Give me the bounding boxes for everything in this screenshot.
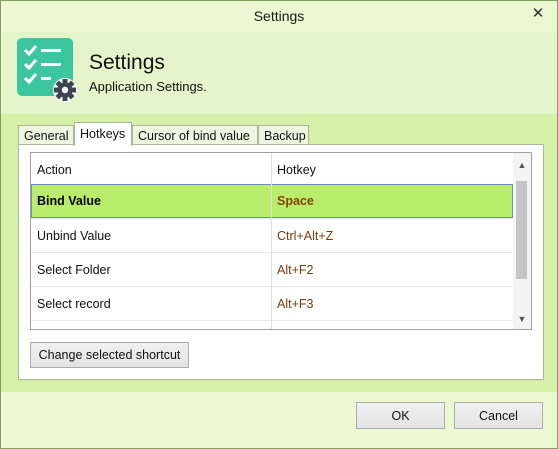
- change-shortcut-button[interactable]: Change selected shortcut: [30, 342, 189, 368]
- hotkey-cell: Alt+F2: [277, 263, 314, 277]
- hotkey-cell: Alt+F3: [277, 297, 314, 311]
- settings-header: Settings Application Settings.: [1, 32, 557, 114]
- header-title: Settings: [89, 51, 165, 74]
- action-cell: Bind Value: [37, 194, 101, 208]
- dialog-footer: OK Cancel: [1, 392, 557, 448]
- scroll-up-icon[interactable]: ▲: [513, 157, 531, 173]
- table-row: [31, 320, 513, 329]
- scroll-down-icon[interactable]: ▼: [513, 311, 531, 327]
- scrollbar-thumb[interactable]: [516, 181, 527, 279]
- action-cell: Unbind Value: [37, 229, 112, 243]
- column-header-action[interactable]: Action: [37, 163, 72, 177]
- action-cell: Select Folder: [37, 263, 111, 277]
- table-row[interactable]: Select Folder Alt+F2: [31, 252, 513, 286]
- table-row[interactable]: Bind Value Space: [31, 184, 513, 218]
- tab-general[interactable]: General: [18, 125, 74, 145]
- window-title: Settings: [253, 8, 305, 24]
- cancel-button[interactable]: Cancel: [454, 402, 543, 429]
- column-header-hotkey[interactable]: Hotkey: [277, 163, 316, 177]
- hotkey-cell: Space: [277, 194, 314, 208]
- header-subtitle: Application Settings.: [89, 79, 207, 94]
- settings-window: Settings ✕ Settings Application Settings…: [0, 0, 558, 449]
- checklist-gear-icon: [17, 38, 77, 102]
- hotkey-cell: Ctrl+Alt+Z: [277, 229, 334, 243]
- table-row[interactable]: Unbind Value Ctrl+Alt+Z: [31, 218, 513, 252]
- tab-cursor-of-bind-value[interactable]: Cursor of bind value: [132, 125, 258, 145]
- column-separator: [271, 153, 272, 329]
- hotkeys-panel: Action Hotkey Bind Value Space Unbind Va…: [18, 144, 544, 380]
- close-icon[interactable]: ✕: [523, 2, 553, 24]
- grid-scrollbar[interactable]: ▲ ▼: [513, 153, 531, 329]
- tab-backup[interactable]: Backup: [258, 125, 309, 145]
- title-bar[interactable]: Settings ✕: [1, 1, 557, 32]
- hotkeys-grid[interactable]: Action Hotkey Bind Value Space Unbind Va…: [30, 152, 532, 330]
- ok-button[interactable]: OK: [356, 402, 445, 429]
- grid-header: Action Hotkey: [31, 153, 513, 184]
- action-cell: Select record: [37, 297, 111, 311]
- table-row[interactable]: Select record Alt+F3: [31, 286, 513, 320]
- tab-hotkeys[interactable]: Hotkeys: [74, 122, 132, 146]
